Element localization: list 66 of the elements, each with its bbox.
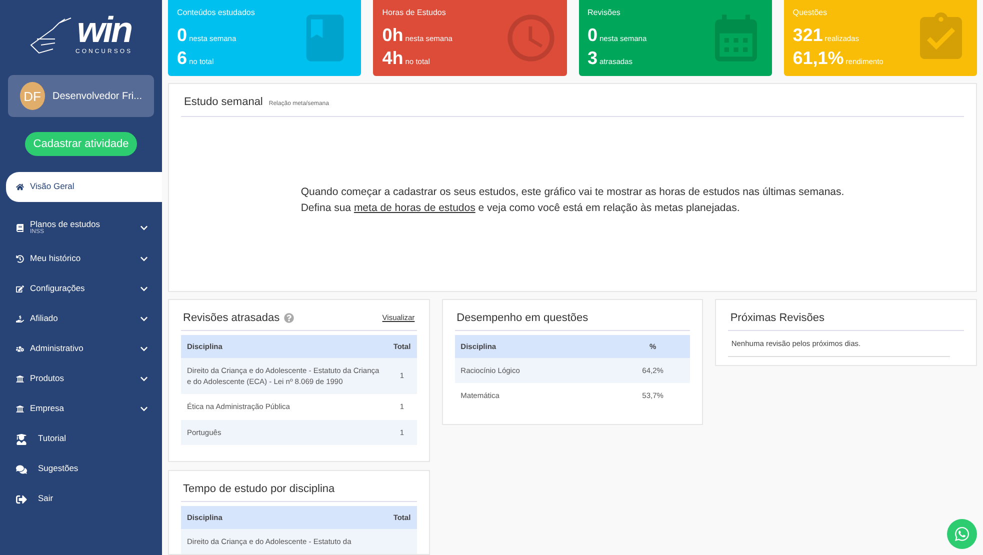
- logo-wordmark: win: [76, 12, 131, 48]
- stat-title: Conteúdos estudados: [177, 8, 256, 17]
- hand-icon: [16, 315, 24, 323]
- nav-item[interactable]: Sugestões: [6, 454, 162, 484]
- nav-item[interactable]: Visão Geral: [6, 172, 162, 202]
- user-name: Desenvolvedor Fri...: [52, 90, 142, 102]
- nav-label: Visão Geral: [30, 182, 76, 192]
- stat-title: Revisões: [588, 8, 622, 17]
- stat-title: Horas de Estudos: [382, 8, 447, 17]
- nav-item[interactable]: Tutorial: [6, 424, 162, 454]
- card-title: Próximas Revisões: [730, 312, 824, 324]
- nav-item[interactable]: Administrativo: [6, 334, 162, 364]
- nav-item[interactable]: Afiliado: [6, 304, 162, 334]
- stat-value: 6: [177, 49, 188, 67]
- chevron-down-icon: [140, 315, 148, 323]
- nav-label: Sair: [38, 494, 54, 504]
- home-icon: [16, 183, 24, 191]
- stat-title: Questões: [792, 8, 828, 17]
- study-goal-link[interactable]: meta de horas de estudos: [354, 202, 476, 214]
- chevron-down-icon: [140, 405, 148, 413]
- stat-value: 0h: [382, 26, 404, 44]
- chat-icon: [16, 464, 27, 474]
- book-icon: [16, 224, 24, 232]
- nav-item[interactable]: Sair: [6, 484, 162, 514]
- card-title: Desempenho em questões: [456, 312, 588, 324]
- nav-label: Configurações: [30, 284, 86, 294]
- stat-value: 4h: [382, 49, 404, 67]
- edit-icon: [16, 285, 24, 293]
- chevron-down-icon: [140, 255, 148, 263]
- whatsapp-button[interactable]: [947, 519, 977, 549]
- nav-label: Produtos: [30, 374, 66, 384]
- history-icon: [16, 255, 24, 263]
- stat-value: 61,1%: [792, 49, 844, 67]
- user-card[interactable]: DF Desenvolvedor Fri...: [8, 75, 154, 117]
- exit-icon: [16, 494, 27, 504]
- chevron-down-icon: [140, 224, 148, 232]
- nav-label: Administrativo: [30, 344, 84, 354]
- users-gear-icon: [16, 345, 24, 353]
- graduate-icon: [16, 434, 27, 444]
- chevron-down-icon: [140, 345, 148, 353]
- nav-item[interactable]: Meu histórico: [6, 244, 162, 274]
- nav-item[interactable]: Configurações: [6, 274, 162, 304]
- stat-value: 0: [177, 26, 188, 44]
- nav-label: Planos de estudos: [30, 220, 101, 230]
- card-title: Revisões atrasadas: [183, 312, 280, 324]
- nav-label: Sugestões: [38, 464, 80, 474]
- bank-icon: [16, 405, 24, 413]
- nav-label: Empresa: [30, 404, 66, 414]
- chevron-down-icon: [140, 375, 148, 383]
- empty-chart-message: Quando começar a cadastrar os seus estudos, este gráfico vai te mostrar as horas de estudos nas últimas semanas. Defina sua meta de horas de estudos e veja como você está em relação às metas planejadas.: [300, 184, 844, 216]
- stat-value: 3: [588, 49, 598, 67]
- bank-icon: [16, 375, 24, 383]
- nav-item[interactable]: Empresa: [6, 394, 162, 424]
- nav-label: Meu histórico: [30, 254, 82, 264]
- nav-label: Afiliado: [30, 314, 59, 324]
- stat-value: 0: [588, 26, 598, 44]
- card-title: Estudo semanal: [184, 96, 263, 108]
- nav-item[interactable]: Produtos: [6, 364, 162, 394]
- card-title: Tempo de estudo por disciplina: [183, 482, 335, 495]
- user-avatar: DF: [20, 82, 45, 110]
- wing-logo-icon: [29, 14, 74, 54]
- chevron-down-icon: [140, 285, 148, 293]
- chat-bubble-phone-icon: [954, 526, 970, 542]
- nav-label: Tutorial: [38, 434, 68, 444]
- stat-value: 321: [792, 26, 823, 44]
- help-icon[interactable]: [284, 312, 294, 323]
